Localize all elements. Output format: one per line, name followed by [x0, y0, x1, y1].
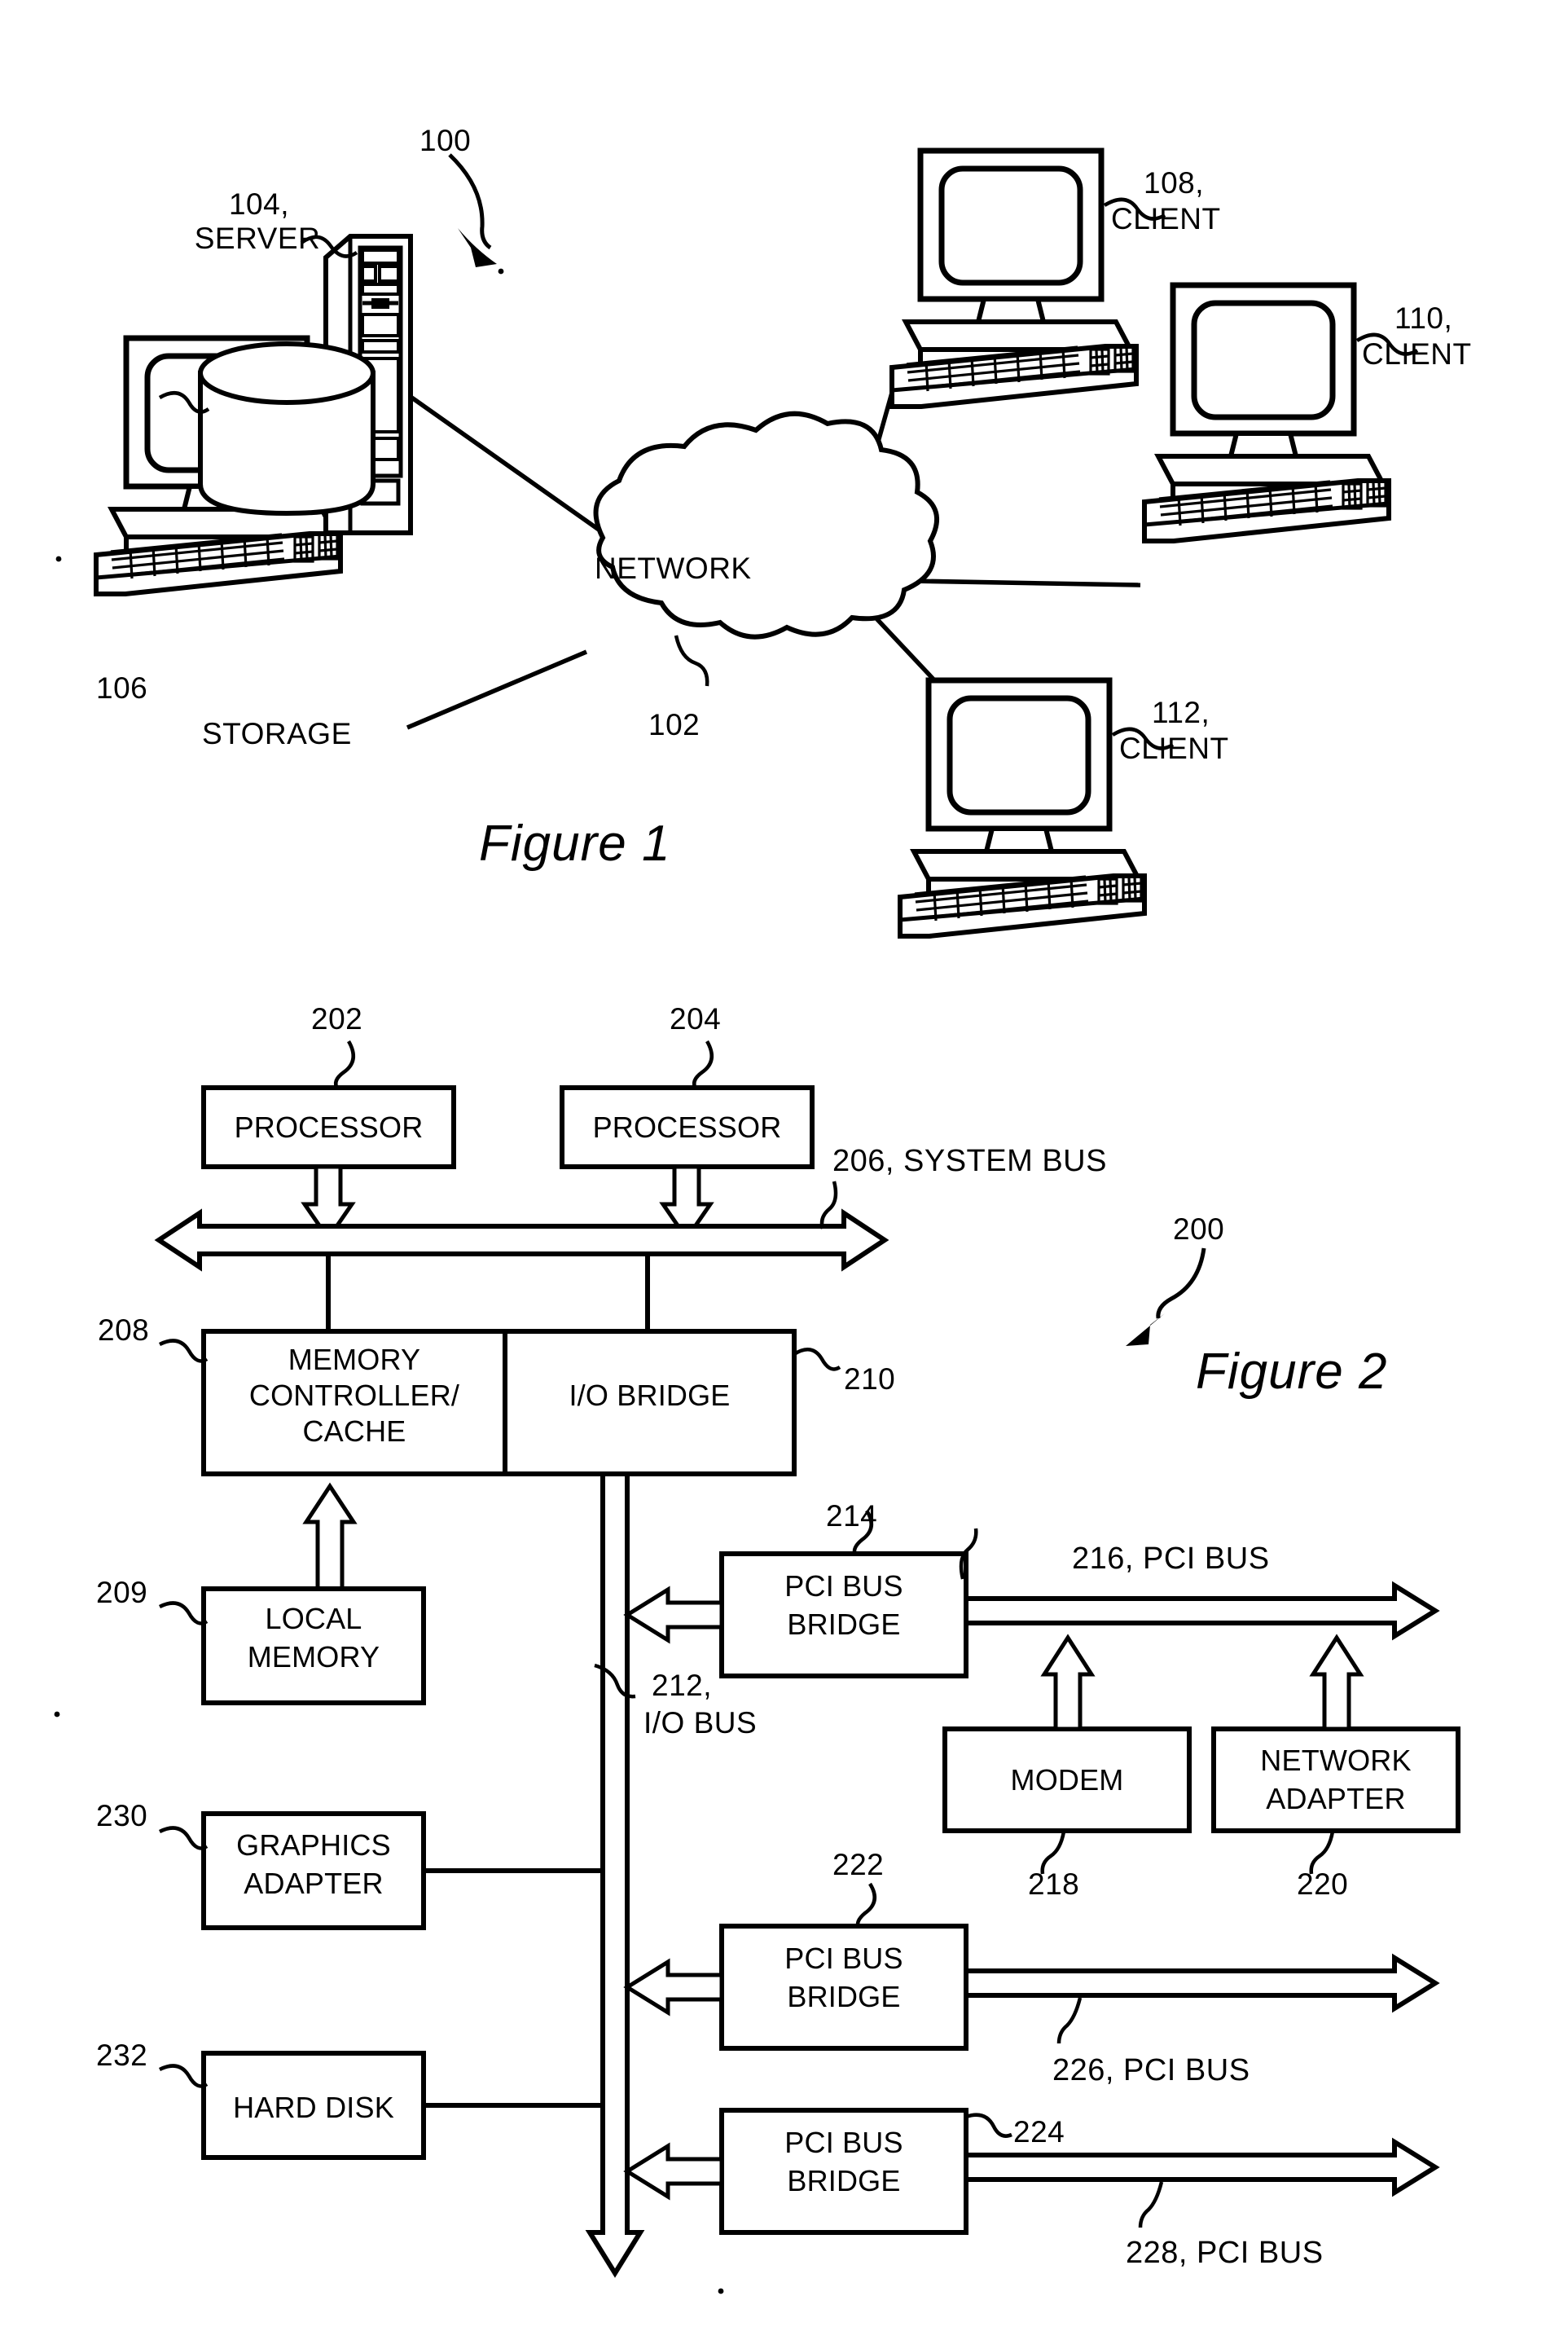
label-pci-bus-228: 228, PCI BUS — [1126, 2236, 1324, 2270]
label-memory-controller-line3: CACHE — [302, 1414, 406, 1448]
leader-224 — [965, 2113, 1012, 2138]
system-200-arrow — [1156, 1247, 1206, 1319]
arrow-localmem-to-memctrl — [302, 1482, 358, 1591]
leader-202 — [334, 1040, 355, 1090]
arrow-modem-to-pcibus216 — [1040, 1634, 1096, 1731]
label-local-memory-line1: LOCAL — [265, 1602, 362, 1635]
bus-drop-lines — [326, 1254, 650, 1331]
ref-104: 104, — [228, 187, 289, 221]
label-modem-218: MODEM — [1010, 1763, 1124, 1797]
ref-212: 212, — [652, 1669, 713, 1702]
label-pci-bus-216: 216, PCI BUS — [1072, 1542, 1270, 1576]
leader-209 — [158, 1601, 209, 1625]
ref-112: 112, — [1152, 696, 1210, 729]
leader-230 — [158, 1826, 209, 1850]
label-memory-controller-line2: CONTROLLER/ — [248, 1379, 460, 1412]
label-pci-bridge-222-line2: BRIDGE — [787, 1980, 901, 2013]
label-graphics-adapter-line1: GRAPHICS — [236, 1828, 391, 1862]
leader-102 — [674, 635, 709, 687]
label-hard-disk-232: HARD DISK — [233, 2091, 394, 2124]
pci-bus-216 — [964, 1581, 1440, 1641]
label-network-adapter-line2: ADAPTER — [1266, 1782, 1406, 1815]
arrow-bridge214-to-iobus — [623, 1586, 724, 1644]
system-bus-arrow — [154, 1208, 889, 1272]
label-processor-204: PROCESSOR — [592, 1111, 782, 1144]
ref-108: 108, — [1144, 166, 1205, 200]
ref-218: 218 — [1028, 1867, 1080, 1901]
system-100-arrow — [448, 153, 492, 250]
ref-210: 210 — [844, 1362, 896, 1396]
arrowhead-100 — [458, 228, 497, 267]
ref-204: 204 — [670, 1002, 722, 1036]
label-server: SERVER — [194, 222, 321, 255]
label-io-bus-212: I/O BUS — [643, 1706, 758, 1740]
label-pci-bridge-224-line2: BRIDGE — [787, 2164, 901, 2197]
leader-222 — [855, 1882, 876, 1929]
label-pci-bus-226: 226, PCI BUS — [1052, 2053, 1250, 2087]
leader-226 — [1056, 1997, 1083, 2044]
leader-210 — [793, 1348, 841, 1371]
label-client-112: CLIENT — [1119, 732, 1229, 765]
arrow-bridge222-to-iobus — [623, 1958, 724, 2017]
client-112-illustration — [900, 680, 1144, 936]
ref-224: 224 — [1013, 2115, 1065, 2149]
page-artifact-dot — [54, 1711, 60, 1718]
ref-102: 102 — [648, 708, 701, 741]
arrow-bridge224-to-iobus — [623, 2142, 724, 2201]
label-graphics-adapter-line2: ADAPTER — [244, 1867, 384, 1900]
leader-204 — [692, 1040, 714, 1090]
network-cloud — [593, 411, 939, 640]
label-network: NETWORK — [595, 552, 752, 585]
patent-drawing-sheet: 100 104, SERVER 106 STORAGE NETWORK 102 … — [0, 0, 1568, 2340]
ref-222: 222 — [832, 1848, 885, 1881]
label-client-108: CLIENT — [1111, 202, 1221, 235]
label-memory-controller-line1: MEMORY — [288, 1343, 421, 1376]
client-108-illustration — [892, 151, 1136, 407]
leader-206 — [819, 1181, 838, 1229]
label-pci-bridge-214-line1: PCI BUS — [784, 1569, 903, 1603]
page-artifact-dot — [55, 556, 62, 562]
leader-228 — [1138, 2181, 1164, 2228]
ref-220: 220 — [1297, 1867, 1349, 1901]
ref-110: 110, — [1395, 301, 1453, 335]
pci-bus-228 — [964, 2137, 1440, 2197]
label-client-110: CLIENT — [1362, 337, 1472, 371]
arrowhead-200 — [1126, 1313, 1165, 1346]
leader-232 — [158, 2064, 209, 2088]
label-pci-bridge-222-line1: PCI BUS — [784, 1942, 903, 1975]
ref-232: 232 — [96, 2039, 148, 2072]
label-io-bridge-210: I/O BRIDGE — [569, 1379, 731, 1412]
arrow-netadapter-to-pcibus216 — [1309, 1634, 1364, 1731]
ref-106: 106 — [96, 671, 148, 705]
label-network-adapter-line1: NETWORK — [1260, 1744, 1412, 1777]
storage-cylinder — [198, 341, 376, 517]
figure-1-caption: Figure 1 — [479, 816, 671, 872]
page-artifact-dot — [718, 2288, 724, 2294]
ref-200: 200 — [1173, 1212, 1225, 1246]
client-110-illustration — [1144, 285, 1389, 541]
ref-208: 208 — [98, 1313, 150, 1347]
label-storage: STORAGE — [202, 717, 352, 750]
io-bus-vertical — [585, 1471, 645, 2278]
label-pci-bridge-214-line2: BRIDGE — [787, 1608, 901, 1641]
label-processor-202: PROCESSOR — [234, 1111, 424, 1144]
leader-208 — [158, 1339, 209, 1363]
ref-230: 230 — [96, 1799, 148, 1832]
ref-214: 214 — [826, 1499, 878, 1533]
ref-202: 202 — [311, 1002, 363, 1036]
figure-2-caption: Figure 2 — [1196, 1344, 1388, 1400]
ref-100: 100 — [419, 124, 472, 157]
label-system-bus-206: 206, SYSTEM BUS — [832, 1144, 1107, 1178]
ref-209: 209 — [96, 1576, 148, 1609]
page-artifact-dot — [498, 268, 504, 275]
label-pci-bridge-224-line1: PCI BUS — [784, 2126, 903, 2159]
label-local-memory-line2: MEMORY — [247, 1640, 380, 1674]
pci-bus-226 — [964, 1953, 1440, 2013]
